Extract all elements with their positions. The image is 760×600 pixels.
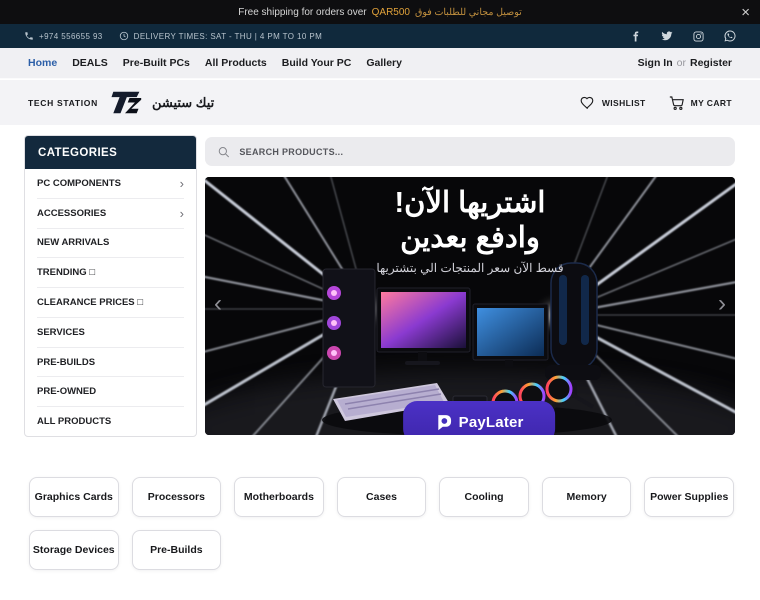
quicklink-graphics-cards[interactable]: Graphics Cards [29, 477, 119, 517]
sidebar-item-clearance-prices[interactable]: CLEARANCE PRICES □ [37, 288, 184, 318]
cart-button[interactable]: MY CART [668, 95, 732, 111]
carousel-next-icon[interactable]: › [718, 292, 726, 316]
quicklink-storage-devices[interactable]: Storage Devices [29, 530, 119, 570]
quicklink-cases[interactable]: Cases [336, 477, 427, 517]
cart-label: MY CART [690, 97, 732, 108]
quicklink-power-supplies[interactable]: Power Supplies [644, 477, 734, 517]
heart-icon [580, 96, 594, 109]
sidebar-item-pre-owned[interactable]: PRE-OWNED [37, 377, 184, 408]
sidebar-item-pre-builds[interactable]: PRE-BUILDS [37, 348, 184, 378]
nav-item-deals[interactable]: DEALS [72, 57, 108, 69]
quicklink-processors[interactable]: Processors [131, 477, 222, 517]
sign-in-link[interactable]: Sign In [638, 57, 673, 69]
sidebar-item-all-products[interactable]: ALL PRODUCTS [37, 407, 184, 436]
banner-headline-line2: وادفع بعدين [400, 222, 540, 254]
delivery-text: DELIVERY TIMES: SAT - THU | 4 PM TO 10 P… [133, 31, 323, 41]
delivery-times: DELIVERY TIMES: SAT - THU | 4 PM TO 10 P… [119, 31, 322, 41]
hero-banner[interactable]: اشتريها الآن! وادفع بعدين قسط الآن سعر ا… [205, 177, 735, 435]
nav-item-all-products[interactable]: All Products [205, 57, 267, 69]
sidebar-item-accessories[interactable]: ACCESSORIES › [37, 199, 184, 229]
close-icon[interactable]: × [741, 0, 750, 24]
nav-item-gallery[interactable]: Gallery [366, 57, 402, 69]
brand-logo[interactable]: TECH STATION تيك ستيشن [28, 89, 214, 116]
info-bar: +974 556655 93 DELIVERY TIMES: SAT - THU… [0, 24, 760, 48]
chevron-right-icon: › [179, 175, 184, 191]
sidebar-item-new-arrivals[interactable]: NEW ARRIVALS [37, 229, 184, 259]
announcement-text: Free shipping for orders over [238, 6, 367, 18]
whatsapp-icon[interactable] [724, 30, 736, 42]
instagram-icon[interactable] [693, 30, 704, 42]
quicklink-pre-builds[interactable]: Pre-Builds [131, 530, 222, 570]
sidebar-item-trending[interactable]: TRENDING □ [37, 258, 184, 289]
banner-subtitle: قسط الآن سعر المنتجات الي بتشتريها [376, 261, 564, 275]
facebook-icon[interactable] [630, 30, 641, 42]
search-input[interactable] [239, 146, 723, 157]
register-link[interactable]: Register [690, 57, 732, 69]
brand-name-en: TECH STATION [28, 97, 98, 108]
announcement-text-arabic: توصيل مجاني للطلبات فوق [414, 6, 522, 18]
banner-headline-line1: اشتريها الآن! [394, 187, 546, 219]
phone-contact: +974 556655 93 [24, 31, 103, 41]
wishlist-label: WISHLIST [601, 97, 646, 108]
brand-name-ar: تيك ستيشن [151, 94, 215, 110]
categories-title: CATEGORIES [25, 136, 196, 169]
search-bar [205, 137, 735, 166]
quicklink-cooling[interactable]: Cooling [439, 477, 529, 517]
announcement-amount: QAR500 [371, 6, 410, 18]
header: TECH STATION تيك ستيشن WISHLIST MY CART [0, 80, 760, 125]
chevron-right-icon: › [179, 205, 184, 221]
categories-sidebar: CATEGORIES PC COMPONENTS › ACCESSORIES ›… [24, 135, 197, 437]
auth-links: Sign In or Register [638, 57, 732, 69]
sidebar-item-pc-components[interactable]: PC COMPONENTS › [37, 169, 184, 199]
phone-icon [25, 32, 33, 40]
ts-logo-icon [111, 91, 142, 114]
paylater-icon [437, 414, 451, 430]
main-nav: Home DEALS Pre-Built PCs All Products Bu… [0, 48, 760, 79]
phone-number: +974 556655 93 [39, 31, 103, 41]
clock-icon [119, 31, 128, 41]
nav-item-prebuilt-pcs[interactable]: Pre-Built PCs [123, 57, 190, 69]
cart-icon [669, 95, 684, 110]
nav-item-home[interactable]: Home [28, 57, 57, 69]
announcement-bar: Free shipping for orders over QAR500 توص… [0, 0, 760, 24]
carousel-prev-icon[interactable]: ‹ [214, 292, 222, 316]
banner-copy: اشتريها الآن! وادفع بعدين قسط الآن سعر ا… [205, 186, 735, 275]
quicklink-memory[interactable]: Memory [541, 477, 632, 517]
quicklink-motherboards[interactable]: Motherboards [234, 477, 324, 517]
wishlist-button[interactable]: WISHLIST [579, 95, 646, 111]
paylater-label: PayLater [458, 413, 524, 431]
sidebar-item-services[interactable]: SERVICES [37, 318, 184, 348]
search-icon [218, 146, 230, 157]
category-quicklinks: Graphics Cards Processors Motherboards C… [29, 477, 734, 570]
twitter-icon[interactable] [661, 30, 673, 42]
auth-or-text: or [676, 57, 686, 69]
nav-item-build-your-pc[interactable]: Build Your PC [282, 57, 352, 69]
paylater-badge: PayLater [403, 401, 556, 435]
social-links [630, 30, 736, 42]
